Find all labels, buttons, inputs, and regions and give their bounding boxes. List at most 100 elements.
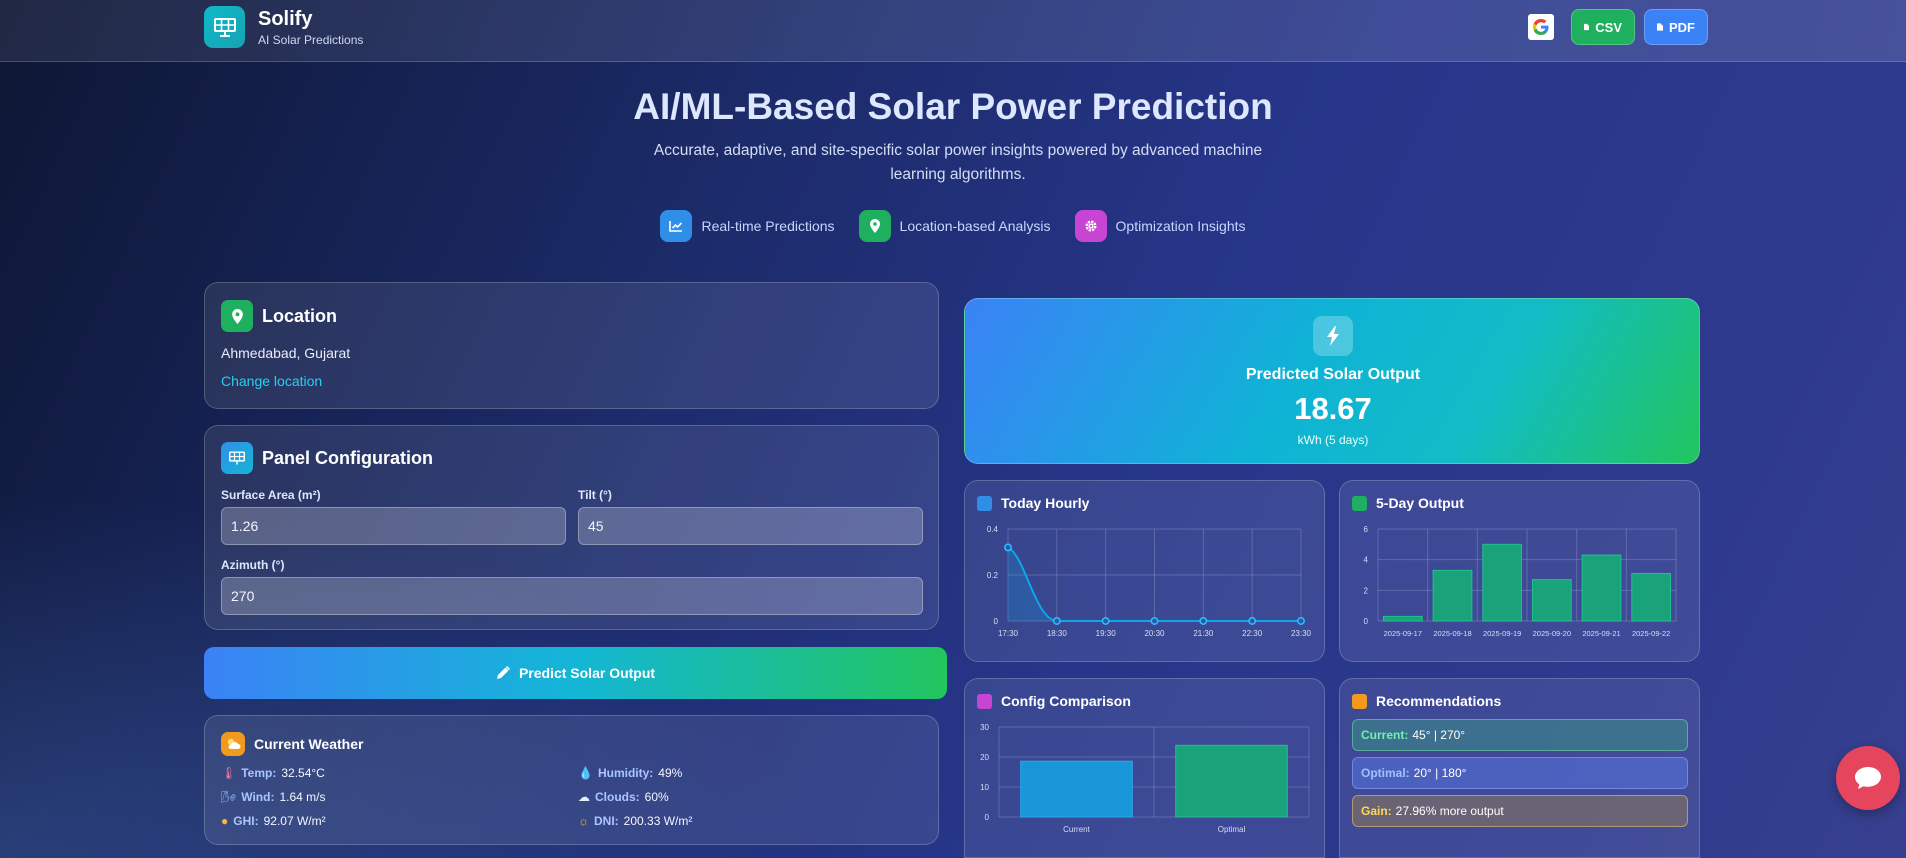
panel-config-card: Panel Configuration Surface Area (m²) 1.… [204, 425, 939, 630]
location-value: Ahmedabad, Gujarat [221, 345, 351, 361]
tilt-label: Tilt (°) [578, 488, 612, 502]
solar-panel-icon [204, 6, 245, 48]
x-tick-label: 22:30 [1242, 629, 1263, 638]
data-point [1297, 617, 1305, 625]
gear-icon [1074, 210, 1107, 242]
page-subtitle: Accurate, adaptive, and site-specific so… [653, 142, 1263, 183]
feature-label: Optimization Insights [1115, 218, 1246, 234]
pencil-icon [496, 666, 510, 679]
five-day-header: 5-Day Output [1352, 495, 1464, 511]
hourly-chart-card: Today Hourly 0 0.2 0.4 17:30 18:30 19:30 20:30… [964, 480, 1325, 662]
chart-line-icon [660, 210, 693, 242]
x-tick-label: 20:30 [1144, 629, 1165, 638]
predict-button[interactable]: Predict Solar Output [204, 647, 947, 699]
rec-gain: Gain: 27.96% more output [1352, 795, 1688, 827]
thermometer-icon: 🌡 [221, 766, 237, 780]
page-title: AI/ML-Based Solar Power Prediction [633, 86, 1273, 127]
data-point [1052, 617, 1061, 625]
x-tick-label: 2025-09-20 [1533, 629, 1571, 638]
x-tick-label: 17:30 [998, 629, 1019, 638]
droplet-icon: 💧 [578, 766, 593, 780]
bar [1631, 572, 1672, 622]
feature-list: Real-time Predictions Location-based Ana… [0, 210, 1906, 242]
y-tick-label: 10 [980, 783, 989, 792]
weather-header: Current Weather [221, 732, 363, 756]
hourly-header: Today Hourly [977, 495, 1089, 511]
sun-cloud-icon [221, 732, 245, 756]
azimuth-input[interactable]: 270 [221, 577, 923, 615]
predicted-output-card: Predicted Solar Output 18.67 kWh (5 days… [964, 298, 1700, 464]
hourly-chart: 0 0.2 0.4 17:30 18:30 19:30 20:30 21:30 22:30 23:… [987, 525, 1312, 638]
predicted-output-value: 18.67 [1294, 391, 1372, 426]
export-pdf-button[interactable]: PDF [1644, 9, 1708, 45]
location-title: Location [262, 305, 337, 326]
tilt-input[interactable]: 45 [578, 507, 923, 545]
y-tick-label: 0 [1364, 617, 1369, 626]
five-day-chart: 0 2 4 6 2025-09-17 2025-09-18 2025-09-19 2025-0… [1364, 525, 1677, 638]
x-tick-label: 21:30 [1193, 629, 1214, 638]
x-tick-label: 23:30 [1291, 629, 1312, 638]
x-tick-label: 19:30 [1096, 629, 1117, 638]
y-tick-label: 20 [980, 753, 989, 762]
weather-temp: 🌡 Temp: 32.54°C [221, 766, 325, 780]
panel-config-header: Panel Configuration [221, 442, 433, 474]
y-tick-label: 6 [1364, 525, 1369, 534]
x-tick-label: 2025-09-17 [1384, 629, 1422, 638]
data-point [1199, 617, 1208, 625]
sun-rays-icon: ☼ [578, 814, 589, 828]
feature-label: Location-based Analysis [899, 218, 1051, 234]
map-pin-icon [221, 300, 253, 332]
square-icon [1352, 693, 1367, 709]
weather-ghi: ● GHI: 92.07 W/m² [221, 814, 326, 828]
sun-icon: ● [221, 814, 229, 828]
y-tick-label: 0.4 [987, 525, 999, 534]
recommendations-card: Recommendations Current: 45° | 270° Opti… [1339, 678, 1700, 858]
square-icon [977, 693, 992, 709]
rec-optimal: Optimal: 20° | 180° [1352, 757, 1688, 789]
x-tick-label: 2025-09-19 [1483, 629, 1521, 638]
square-icon [1352, 495, 1367, 511]
top-bar: Solify AI Solar Predictions CSV PDF [0, 0, 1906, 62]
config-comparison-card: Config Comparison 0 10 20 30 Current Optimal [964, 678, 1325, 858]
brand-tagline: AI Solar Predictions [258, 32, 364, 47]
data-point [1248, 617, 1257, 625]
bar [1020, 760, 1133, 818]
location-header: Location [221, 300, 337, 332]
y-tick-label: 0 [985, 813, 990, 822]
recommendations-list: Current: 45° | 270° Optimal: 20° | 180° … [1352, 719, 1688, 833]
five-day-title: 5-Day Output [1376, 495, 1464, 511]
y-tick-label: 0.2 [987, 571, 999, 580]
predicted-output-label: Predicted Solar Output [1245, 366, 1421, 383]
five-day-chart-card: 5-Day Output 0 2 4 6 2025-09-17 2025-09-18 202… [1339, 480, 1700, 662]
surface-area-input[interactable]: 1.26 [221, 507, 566, 545]
google-icon[interactable] [1528, 14, 1554, 40]
weather-dni: ☼ DNI: 200.33 W/m² [578, 814, 693, 828]
data-point [1004, 543, 1012, 552]
weather-card: Current Weather 🌡 Temp: 32.54°C 💧 Humidi… [204, 715, 939, 845]
bar [1482, 543, 1523, 622]
panel-config-title: Panel Configuration [262, 447, 433, 468]
brand-name: Solify [258, 7, 313, 30]
data-point [1101, 617, 1110, 625]
feature-realtime: Real-time Predictions [660, 210, 835, 242]
x-tick-label: 2025-09-21 [1582, 629, 1620, 638]
config-header: Config Comparison [977, 693, 1131, 709]
change-location-link[interactable]: Change location [221, 373, 322, 389]
location-card: Location Ahmedabad, Gujarat Change locat… [204, 282, 939, 409]
bar [1581, 554, 1622, 622]
weather-title: Current Weather [254, 736, 364, 752]
cloud-icon: ☁ [578, 790, 590, 804]
y-tick-label: 4 [1364, 556, 1369, 565]
predict-label: Predict Solar Output [518, 665, 656, 681]
y-tick-label: 30 [980, 723, 989, 732]
feature-location: Location-based Analysis [858, 210, 1051, 242]
azimuth-label: Azimuth (°) [221, 558, 285, 572]
hourly-title: Today Hourly [1001, 495, 1090, 511]
chat-button[interactable] [1836, 746, 1900, 810]
brand[interactable]: Solify AI Solar Predictions [204, 6, 363, 48]
feature-optimization: Optimization Insights [1074, 210, 1246, 242]
export-csv-button[interactable]: CSV [1571, 9, 1635, 45]
chat-bubble-icon [1855, 767, 1881, 789]
config-chart: 0 10 20 30 Current Optimal [980, 723, 1310, 834]
x-tick-label: 2025-09-22 [1632, 629, 1670, 638]
